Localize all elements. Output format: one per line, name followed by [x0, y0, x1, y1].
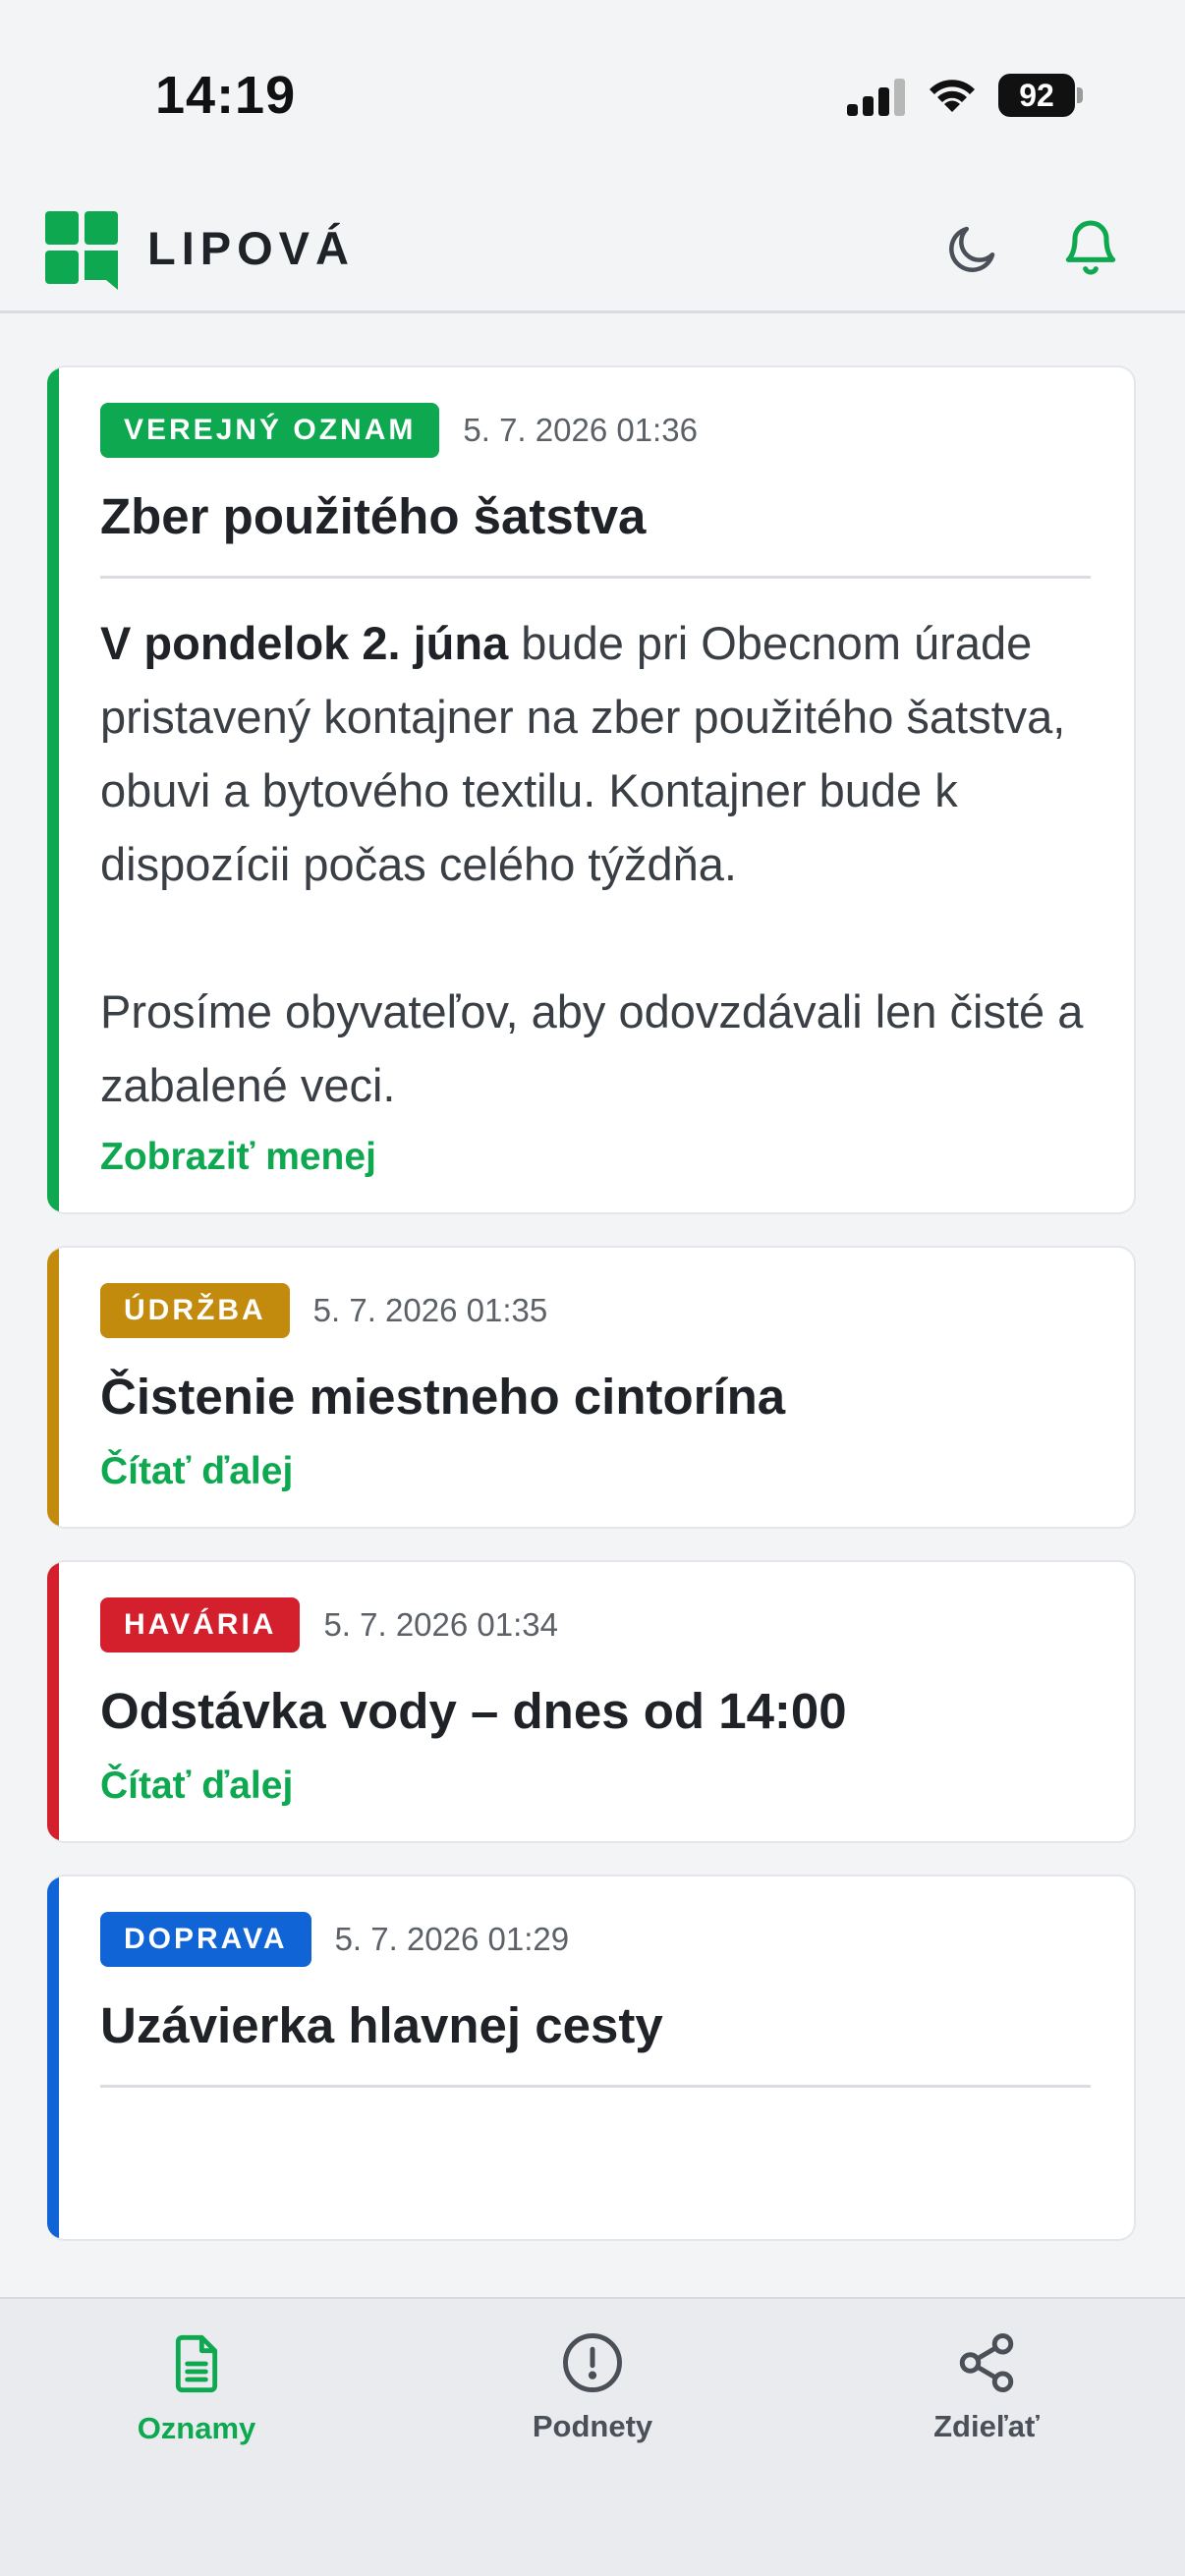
announcement-title: Odstávka vody – dnes od 14:00 [100, 1683, 847, 1739]
status-bar: 14:19 92 [0, 0, 1185, 192]
app-header: LIPOVÁ [0, 192, 1185, 313]
read-more-link[interactable]: Čítať ďalej [100, 1450, 293, 1493]
status-time: 14:19 [155, 66, 297, 125]
announcement-title: Zber použitého šatstva [100, 488, 647, 544]
app-title: LIPOVÁ [147, 222, 355, 274]
category-badge: VEREJNÝ OZNAM [100, 403, 440, 458]
bell-icon [1065, 220, 1116, 275]
wifi-icon [930, 80, 975, 112]
announcement-body: V pondelok 2. júna bude pri Obecnom úrad… [100, 606, 1091, 1122]
announcement-title: Čistenie miestneho cintorína [100, 1369, 786, 1425]
battery-level: 92 [998, 74, 1075, 117]
announcements-feed[interactable]: VEREJNÝ OZNAM 5. 7. 2026 01:36 Zber použ… [47, 365, 1136, 2297]
bottom-nav: Oznamy Podnety Zdieľať [0, 2297, 1185, 2576]
timestamp: 5. 7. 2026 01:36 [463, 412, 698, 448]
alert-circle-icon [563, 2333, 622, 2392]
document-icon [175, 2334, 218, 2393]
timestamp: 5. 7. 2026 01:35 [312, 1292, 548, 1328]
nav-tab-oznamy[interactable]: Oznamy [79, 2330, 314, 2446]
nav-tab-podnety[interactable]: Podnety [475, 2330, 710, 2444]
announcement-card[interactable]: DOPRAVA 5. 7. 2026 01:29 Uzávierka hlavn… [47, 1875, 1136, 2241]
nav-label: Oznamy [137, 2411, 256, 2445]
timestamp: 5. 7. 2026 01:29 [334, 1921, 570, 1957]
share-icon [959, 2333, 1014, 2392]
moon-icon [949, 226, 995, 272]
show-less-link[interactable]: Zobraziť menej [100, 1136, 376, 1179]
divider [100, 576, 1091, 579]
announcement-card[interactable]: VEREJNÝ OZNAM 5. 7. 2026 01:36 Zber použ… [47, 365, 1136, 1214]
category-badge: HAVÁRIA [100, 1597, 301, 1652]
announcement-card[interactable]: HAVÁRIA 5. 7. 2026 01:34 Odstávka vody –… [47, 1560, 1136, 1843]
read-more-link[interactable]: Čítať ďalej [100, 1764, 293, 1808]
theme-toggle-button[interactable] [943, 219, 1002, 278]
category-badge: DOPRAVA [100, 1912, 311, 1967]
timestamp: 5. 7. 2026 01:34 [323, 1606, 558, 1643]
nav-label: Zdieľať [933, 2409, 1040, 2443]
notifications-button[interactable] [1059, 215, 1122, 278]
category-badge: ÚDRŽBA [100, 1283, 290, 1338]
body-text-second: Prosíme obyvateľov, aby odovzdávali len … [100, 985, 1084, 1111]
battery-icon: 92 [998, 74, 1083, 117]
nav-label: Podnety [532, 2409, 653, 2443]
signal-icon [847, 79, 905, 116]
announcement-card[interactable]: ÚDRŽBA 5. 7. 2026 01:35 Čistenie miestne… [47, 1246, 1136, 1529]
announcement-title: Uzávierka hlavnej cesty [100, 1997, 663, 2053]
body-highlight: V pondelok 2. júna [100, 617, 509, 669]
logo-icon [45, 211, 118, 290]
nav-tab-zdielat[interactable]: Zdieľať [869, 2330, 1104, 2444]
